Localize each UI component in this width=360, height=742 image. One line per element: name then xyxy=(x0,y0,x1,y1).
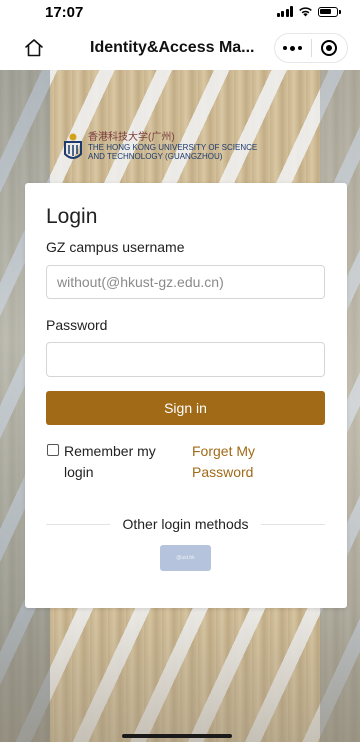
login-title: Login xyxy=(46,205,98,228)
more-icon[interactable] xyxy=(275,34,311,62)
university-logo-icon xyxy=(64,133,82,159)
logo-en-line1: THE HONG KONG UNIVERSITY OF SCIENCE xyxy=(88,143,258,152)
wifi-icon xyxy=(299,7,312,17)
status-time: 17:07 xyxy=(45,4,84,21)
forget-password-link[interactable]: Forget My Password xyxy=(192,441,282,483)
password-label: Password xyxy=(46,317,108,333)
other-login-label: Other login methods xyxy=(122,516,249,532)
remember-label[interactable]: Remember my login xyxy=(64,441,164,483)
divider-line-left xyxy=(46,523,111,525)
logo-cn-text: 香港科技大学(广州) xyxy=(88,132,175,143)
logo-en-line2: AND TECHNOLOGY (GUANGZHOU) xyxy=(88,152,223,161)
remember-me: Remember my login xyxy=(46,441,176,483)
nav-bar: Identity&Access Ma... xyxy=(0,26,360,70)
screen: 17:07 Identity&Access Ma... 香港科技大学(广州) T… xyxy=(0,0,360,742)
home-indicator xyxy=(122,734,232,738)
background-shade xyxy=(0,602,360,742)
status-icons xyxy=(276,6,341,17)
home-icon[interactable] xyxy=(22,36,46,60)
sign-in-button[interactable]: Sign in xyxy=(46,391,325,425)
signal-icon xyxy=(276,6,293,17)
remember-checkbox[interactable] xyxy=(47,444,59,456)
status-bar: 17:07 xyxy=(0,0,360,26)
university-logo: 香港科技大学(广州) THE HONG KONG UNIVERSITY OF S… xyxy=(62,132,257,162)
mini-program-capsule xyxy=(274,33,348,63)
divider-line-right xyxy=(260,523,326,525)
logo-text: 香港科技大学(广州) THE HONG KONG UNIVERSITY OF S… xyxy=(88,132,257,161)
username-input[interactable] xyxy=(46,265,325,299)
target-icon[interactable] xyxy=(311,34,347,62)
password-input[interactable] xyxy=(46,342,325,377)
battery-icon xyxy=(318,6,341,17)
ust-login-button[interactable]: @ust.hk xyxy=(160,545,211,571)
login-card: Login GZ campus username Password Sign i… xyxy=(25,183,347,608)
username-label: GZ campus username xyxy=(46,239,185,255)
page-title: Identity&Access Ma... xyxy=(90,39,255,56)
other-login-divider: Other login methods xyxy=(46,514,326,534)
